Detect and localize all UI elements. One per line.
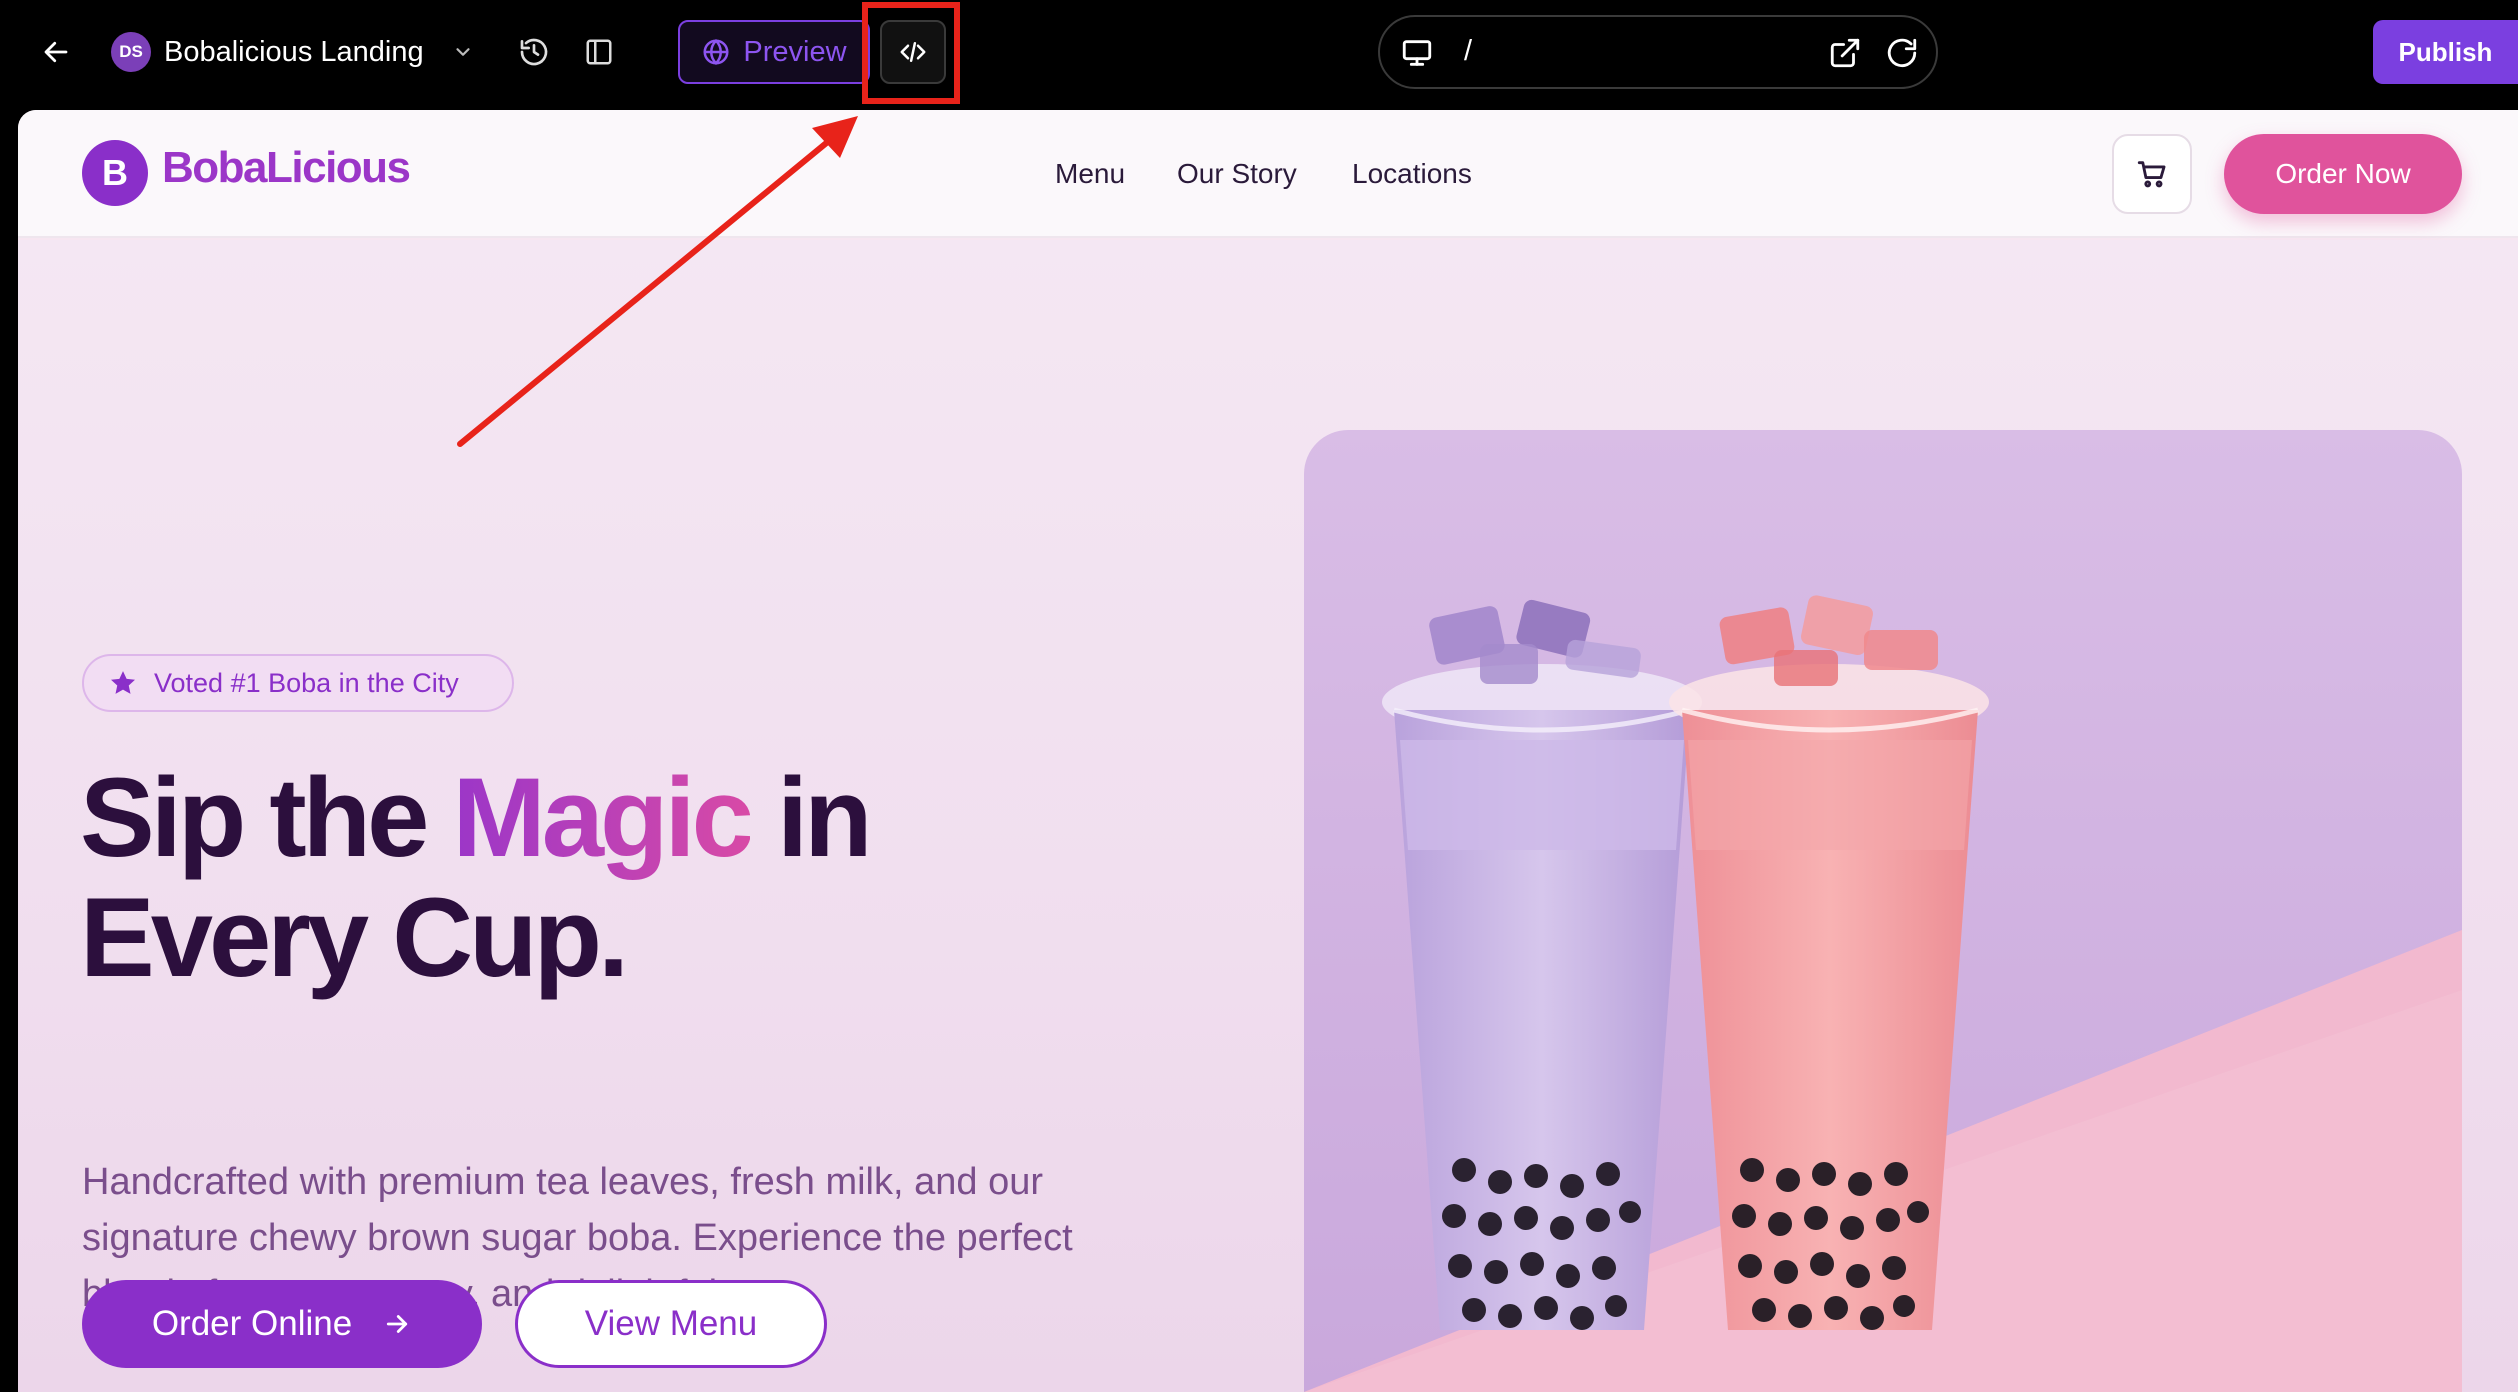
refresh-icon[interactable] — [1885, 36, 1919, 70]
desktop-icon[interactable] — [1400, 36, 1434, 70]
panel-icon — [586, 39, 612, 65]
editor-toolbar: DS Bobalicious Landing Preview / Publish — [0, 0, 2518, 106]
project-avatar[interactable]: DS — [111, 32, 151, 72]
toggle-panel-button[interactable] — [578, 30, 620, 74]
nav-link-our-story[interactable]: Our Story — [1177, 158, 1297, 190]
external-link-icon[interactable] — [1828, 36, 1862, 70]
chevron-down-icon — [456, 48, 470, 56]
order-online-label: Order Online — [151, 1304, 353, 1343]
history-button[interactable] — [513, 30, 555, 74]
view-menu-button[interactable]: View Menu — [515, 1280, 827, 1368]
award-badge: Voted #1 Boba in the City — [82, 654, 514, 712]
hero-title-line2: Every Cup. — [80, 875, 629, 1000]
hero-title-part1: Sip the — [80, 755, 453, 880]
star-icon — [111, 671, 135, 694]
code-icon — [900, 42, 926, 62]
hero-title: Sip the Magic in Every Cup. — [80, 758, 1280, 998]
site-preview-frame: B BobaLicious Menu Our Story Locations O… — [18, 110, 2518, 1392]
order-online-button[interactable]: Order Online — [82, 1280, 482, 1368]
url-path[interactable]: / — [1464, 35, 1472, 68]
publish-button[interactable]: Publish — [2373, 20, 2518, 84]
arrow-right-icon — [387, 1315, 408, 1333]
history-icon — [520, 38, 548, 66]
preview-url-bar[interactable]: / — [1378, 15, 1938, 89]
logo-mark[interactable]: B — [82, 140, 148, 206]
nav-link-locations[interactable]: Locations — [1352, 158, 1472, 190]
badge-label: Voted #1 Boba in the City — [154, 667, 459, 698]
hero-title-part2: in — [749, 755, 873, 880]
cart-button[interactable] — [2112, 134, 2192, 214]
logo-text[interactable]: BobaLicious — [162, 143, 411, 193]
globe-icon — [703, 38, 729, 66]
hero-image — [1304, 430, 2462, 1392]
code-view-button[interactable] — [880, 20, 946, 84]
cart-icon — [2137, 161, 2166, 188]
project-name[interactable]: Bobalicious Landing — [164, 30, 424, 74]
preview-button[interactable]: Preview — [678, 20, 870, 84]
order-now-button[interactable]: Order Now — [2224, 134, 2462, 214]
back-button[interactable] — [30, 30, 82, 74]
project-dropdown[interactable] — [448, 34, 478, 70]
nav-link-menu[interactable]: Menu — [1055, 158, 1125, 190]
site-navbar: B BobaLicious Menu Our Story Locations O… — [18, 110, 2518, 238]
preview-label: Preview — [743, 35, 847, 68]
back-arrow-icon — [44, 41, 68, 63]
hero-title-magic: Magic — [452, 755, 753, 880]
